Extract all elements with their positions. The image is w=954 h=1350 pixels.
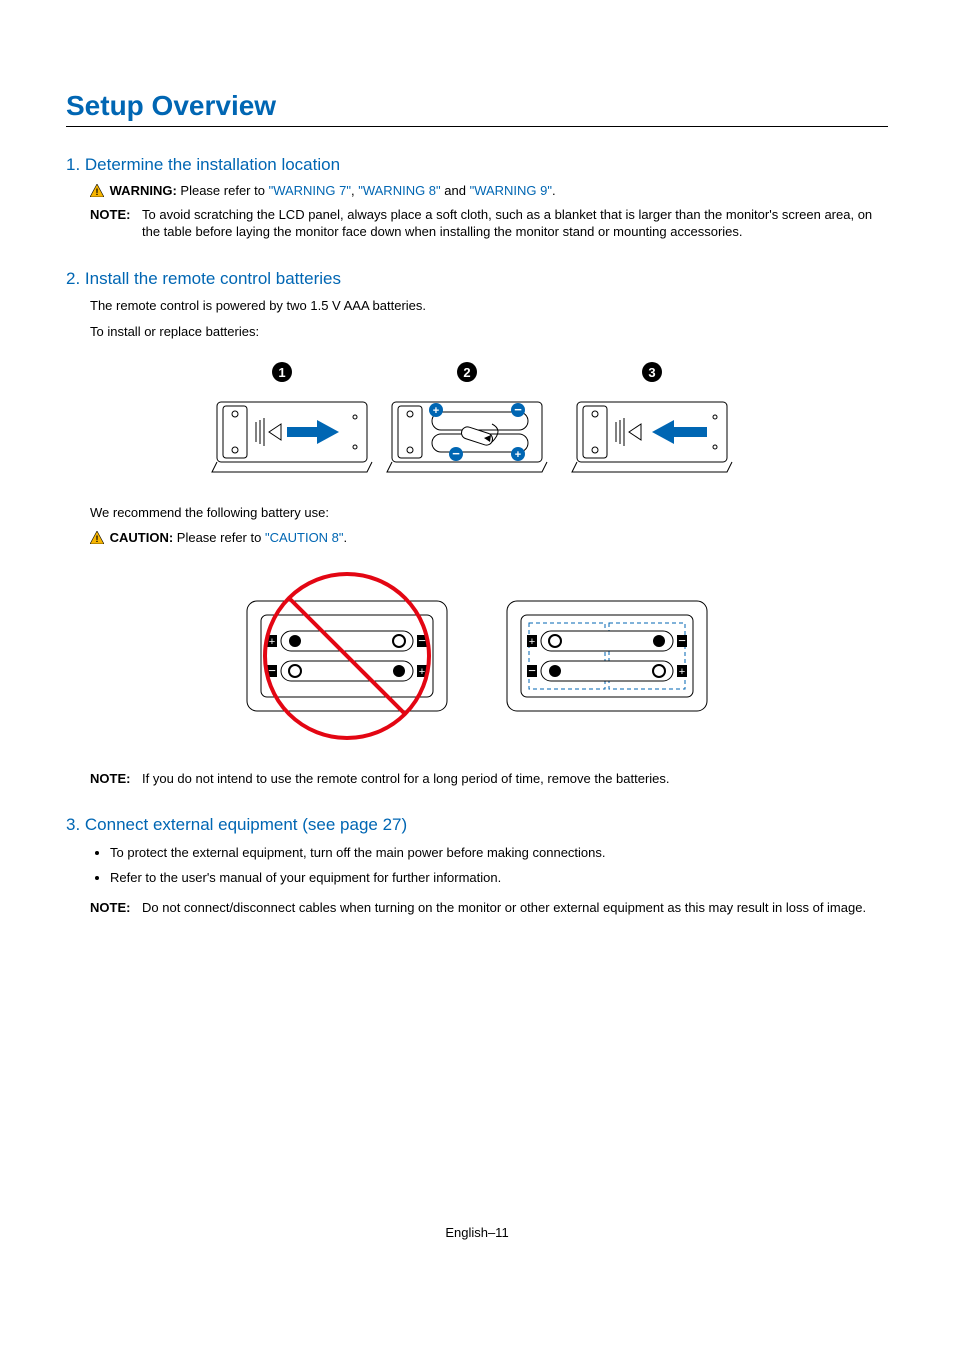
- svg-text:−: −: [678, 633, 686, 648]
- svg-text:−: −: [452, 446, 460, 461]
- page-title: Setup Overview: [66, 90, 888, 127]
- svg-text:+: +: [433, 405, 439, 417]
- svg-text:+: +: [515, 449, 521, 461]
- s2-p1: The remote control is powered by two 1.5…: [90, 297, 888, 315]
- svg-text:!: !: [96, 187, 99, 197]
- battery-orientation-figure: + − − +: [66, 563, 888, 748]
- svg-text:+: +: [529, 636, 535, 648]
- svg-text:−: −: [514, 402, 522, 417]
- section-3-heading: 3. Connect external equipment (see page …: [66, 815, 888, 835]
- section-1-heading: 1. Determine the installation location: [66, 155, 888, 175]
- s2-p2: To install or replace batteries:: [90, 323, 888, 341]
- note-2: NOTE: If you do not intend to use the re…: [90, 770, 888, 788]
- caution-text-pre: Please refer to: [173, 530, 265, 545]
- s2-p3: We recommend the following battery use:: [90, 504, 888, 522]
- battery-steps-figure: 1 2: [66, 357, 888, 482]
- warning-label: WARNING:: [110, 183, 177, 198]
- note-3: NOTE: Do not connect/disconnect cables w…: [90, 899, 888, 917]
- caution-link-8[interactable]: "CAUTION 8": [265, 530, 344, 545]
- list-item: Refer to the user's manual of your equip…: [110, 868, 888, 889]
- page-footer: English–11: [0, 1225, 954, 1240]
- note-label: NOTE:: [90, 899, 142, 917]
- svg-text:3: 3: [648, 365, 655, 380]
- caution-label: CAUTION:: [110, 530, 174, 545]
- list-item: To protect the external equipment, turn …: [110, 843, 888, 864]
- warning-icon: !: [90, 184, 104, 200]
- svg-text:−: −: [528, 663, 536, 678]
- warning-line: ! WARNING: Please refer to "WARNING 7", …: [90, 183, 888, 200]
- note-text: To avoid scratching the LCD panel, alway…: [142, 206, 888, 241]
- warning-link-7[interactable]: "WARNING 7": [269, 183, 351, 198]
- svg-text:+: +: [679, 666, 685, 678]
- svg-text:+: +: [419, 666, 425, 678]
- svg-text:1: 1: [278, 365, 285, 380]
- svg-text:+: +: [269, 636, 275, 648]
- note-label: NOTE:: [90, 206, 142, 241]
- s3-bullets: To protect the external equipment, turn …: [66, 843, 888, 889]
- warning-link-9[interactable]: "WARNING 9": [470, 183, 552, 198]
- note-1: NOTE: To avoid scratching the LCD panel,…: [90, 206, 888, 241]
- warning-text-pre: Please refer to: [177, 183, 269, 198]
- caution-icon: !: [90, 531, 104, 547]
- note-text: If you do not intend to use the remote c…: [142, 770, 670, 788]
- svg-text:2: 2: [463, 365, 470, 380]
- note-text: Do not connect/disconnect cables when tu…: [142, 899, 866, 917]
- warning-link-8[interactable]: "WARNING 8": [358, 183, 440, 198]
- note-label: NOTE:: [90, 770, 142, 788]
- caution-line: ! CAUTION: Please refer to "CAUTION 8".: [90, 530, 888, 547]
- svg-text:!: !: [96, 534, 99, 544]
- section-2-heading: 2. Install the remote control batteries: [66, 269, 888, 289]
